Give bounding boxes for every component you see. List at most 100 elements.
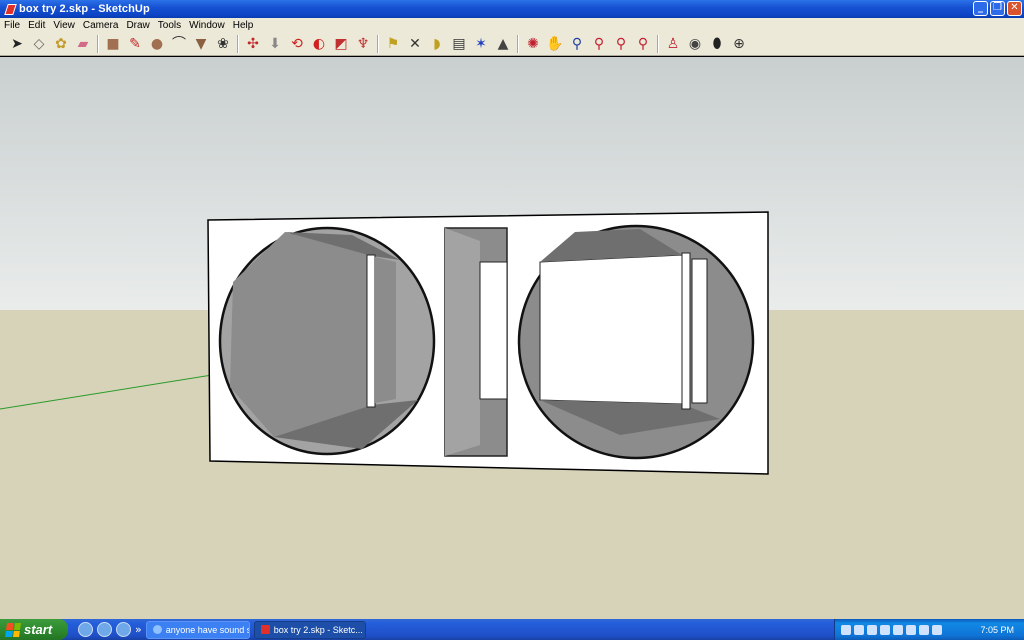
offset-tool-button[interactable]: ♆ — [353, 34, 373, 54]
3d-text-tool-button[interactable]: ▲ — [493, 34, 513, 54]
rectangle-tool-button[interactable]: ■ — [103, 34, 123, 54]
previous-view-tool-button[interactable]: ⚲ — [633, 34, 653, 54]
scale-tool-button[interactable]: ◩ — [331, 34, 351, 54]
paint-bucket-tool-icon: ✿ — [55, 35, 67, 52]
select-tool-button[interactable]: ➤ — [7, 34, 27, 54]
quick-launch-more-button[interactable]: » — [135, 623, 142, 636]
arc-tool-icon: ⌒ — [172, 35, 186, 52]
center-vent-opening — [479, 261, 508, 400]
tray-display-icon[interactable] — [932, 624, 942, 635]
right-port-brace — [681, 252, 691, 410]
zoom-tool-icon: ⚲ — [571, 35, 583, 52]
text-tool-button[interactable]: ▤ — [449, 34, 469, 54]
window-controls: _ ❐ ✕ — [973, 1, 1022, 16]
menu-camera[interactable]: Camera — [79, 20, 123, 31]
left-port-brace — [366, 254, 376, 408]
windows-logo-icon — [5, 622, 21, 637]
task-sketchup[interactable]: box try 2.skp - Sketc... — [253, 620, 366, 639]
3d-text-tool-icon: ▲ — [497, 35, 509, 52]
scene-canvas[interactable] — [0, 57, 1024, 619]
right-speaker-port[interactable] — [517, 224, 755, 460]
eraser-tool-button[interactable]: ▰ — [73, 34, 93, 54]
look-around-tool-button[interactable]: ◉ — [685, 34, 705, 54]
rectangle-tool-icon: ■ — [106, 35, 120, 52]
internet-explorer-icon[interactable] — [78, 622, 93, 637]
toolbar-separator — [517, 34, 519, 53]
zoom-extents-tool-button[interactable]: ⚲ — [611, 34, 631, 54]
menu-file[interactable]: File — [0, 20, 24, 31]
task-browser-label: anyone have sound s... — [165, 624, 250, 635]
zoom-tool-button[interactable]: ⚲ — [567, 34, 587, 54]
sketchup-app-icon — [4, 3, 16, 15]
window-title: box try 2.skp - SketchUp — [19, 3, 150, 15]
media-player-icon[interactable] — [116, 622, 131, 637]
axes-tool-button[interactable]: ✶ — [471, 34, 491, 54]
task-browser[interactable]: anyone have sound s... — [145, 620, 250, 639]
zoom-extents-tool-icon: ⚲ — [615, 35, 627, 52]
freehand-tool-button[interactable]: ❀ — [213, 34, 233, 54]
tray-shield-icon[interactable] — [854, 624, 864, 635]
follow-me-tool-icon: ◐ — [312, 35, 326, 52]
taskbar-clock: 7:05 PM — [980, 624, 1014, 635]
rotate-tool-button[interactable]: ⟲ — [287, 34, 307, 54]
tray-globe-icon[interactable] — [867, 624, 877, 635]
tray-network-icon[interactable] — [880, 624, 890, 635]
tray-antivirus-icon[interactable] — [919, 624, 929, 635]
menu-tools[interactable]: Tools — [154, 20, 185, 31]
zoom-window-tool-button[interactable]: ⚲ — [589, 34, 609, 54]
windows-taskbar: start » anyone have sound s... box try 2… — [0, 619, 1024, 640]
toolbar-separator — [237, 34, 239, 53]
toolbar-separator — [377, 34, 379, 53]
minimize-button[interactable]: _ — [973, 1, 988, 16]
tray-update-icon[interactable] — [906, 624, 916, 635]
scale-tool-icon: ◩ — [334, 35, 348, 52]
walk-tool-button[interactable]: ⬮ — [707, 34, 727, 54]
tape-measure-tool-button[interactable]: ⚑ — [383, 34, 403, 54]
previous-view-tool-icon: ⚲ — [637, 35, 649, 52]
pan-tool-icon: ✋ — [546, 35, 564, 52]
tape-measure-tool-icon: ⚑ — [386, 35, 400, 52]
polygon-tool-button[interactable]: ▼ — [191, 34, 211, 54]
line-tool-button[interactable]: ✎ — [125, 34, 145, 54]
tray-tool-icon[interactable] — [841, 624, 851, 635]
section-plane-tool-button[interactable]: ⊕ — [729, 34, 749, 54]
circle-tool-button[interactable]: ● — [147, 34, 167, 54]
push-pull-tool-button[interactable]: ⬇ — [265, 34, 285, 54]
protractor-tool-button[interactable]: ◗ — [427, 34, 447, 54]
dimension-tool-button[interactable]: ✕ — [405, 34, 425, 54]
position-camera-tool-button[interactable]: ♙ — [663, 34, 683, 54]
close-button[interactable]: ✕ — [1007, 1, 1022, 16]
maximize-button[interactable]: ❐ — [990, 1, 1005, 16]
text-tool-icon: ▤ — [452, 35, 466, 52]
outlook-express-icon[interactable] — [97, 622, 112, 637]
pan-tool-button[interactable]: ✋ — [545, 34, 565, 54]
menu-edit[interactable]: Edit — [24, 20, 49, 31]
menu-bar: File Edit View Camera Draw Tools Window … — [0, 18, 1024, 32]
menu-draw[interactable]: Draw — [122, 20, 153, 31]
left-speaker-port[interactable] — [218, 226, 436, 456]
protractor-tool-icon: ◗ — [433, 35, 441, 52]
circle-tool-icon: ● — [150, 35, 164, 52]
make-component-tool-icon: ◇ — [33, 35, 45, 52]
orbit-tool-button[interactable]: ✺ — [523, 34, 543, 54]
center-vent[interactable] — [444, 227, 508, 457]
start-button[interactable]: start — [0, 619, 68, 640]
push-pull-tool-icon: ⬇ — [269, 35, 281, 52]
menu-view[interactable]: View — [49, 20, 79, 31]
axes-tool-icon: ✶ — [475, 35, 487, 52]
arc-tool-button[interactable]: ⌒ — [169, 34, 189, 54]
follow-me-tool-button[interactable]: ◐ — [309, 34, 329, 54]
move-tool-button[interactable]: ✣ — [243, 34, 263, 54]
make-component-tool-button[interactable]: ◇ — [29, 34, 49, 54]
drawing-viewport[interactable] — [0, 57, 1024, 619]
menu-window[interactable]: Window — [185, 20, 229, 31]
menu-help[interactable]: Help — [229, 20, 258, 31]
quick-launch: » — [78, 622, 142, 637]
title-bar: box try 2.skp - SketchUp _ ❐ ✕ — [0, 0, 1024, 18]
system-tray: 7:05 PM — [834, 619, 1024, 640]
start-label: start — [24, 622, 53, 637]
offset-tool-icon: ♆ — [356, 35, 370, 52]
paint-bucket-tool-button[interactable]: ✿ — [51, 34, 71, 54]
section-plane-tool-icon: ⊕ — [733, 35, 745, 52]
tray-speaker-icon[interactable] — [893, 624, 903, 635]
